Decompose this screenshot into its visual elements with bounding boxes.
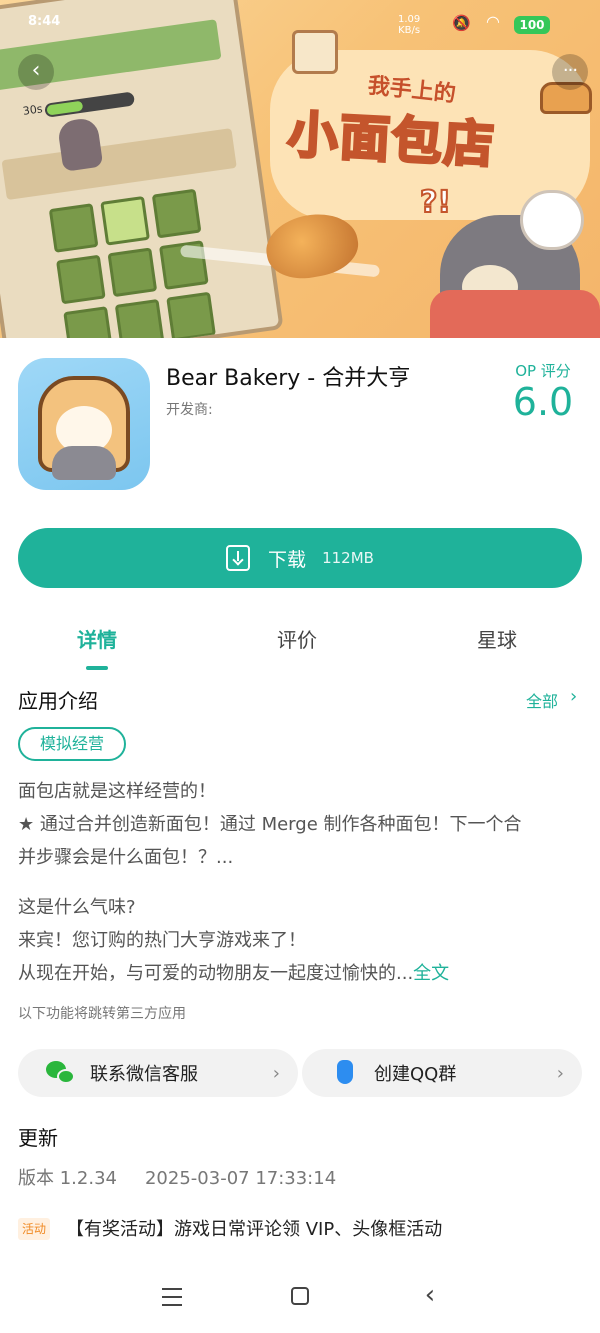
- full-text-link[interactable]: 全文: [413, 963, 449, 984]
- app-description: 面包店就是这样经营的！ ★ 通过合并创造新面包！通过 Merge 制作各种面包！…: [18, 781, 522, 868]
- timer-bar: [44, 91, 136, 118]
- third-party-note: 以下功能将跳转第三方应用: [18, 1006, 186, 1022]
- tab-reviews[interactable]: 评价: [237, 624, 357, 653]
- bear-character: [56, 116, 104, 172]
- board-timer: 30s: [22, 102, 44, 118]
- see-all-link[interactable]: 全部: [526, 688, 558, 712]
- app-icon: [18, 358, 150, 490]
- home-icon[interactable]: [280, 1282, 320, 1312]
- qq-group-button[interactable]: 创建QQ群 ›: [302, 1049, 582, 1097]
- net-speed: 1.09 KB/s: [398, 14, 421, 36]
- mute-icon: 🔕: [452, 14, 471, 32]
- version-number: 版本 1.2.34: [18, 1168, 117, 1189]
- exclaim-mark: ?!: [419, 184, 452, 221]
- game-screenshot: 30s: [0, 0, 284, 338]
- chevron-right-icon[interactable]: ›: [570, 686, 577, 707]
- status-bar: 8:44 1.09 KB/s 🔕 ◠ 100: [0, 12, 600, 38]
- update-title: 更新: [18, 1126, 58, 1150]
- menu-icon[interactable]: [152, 1282, 192, 1312]
- chevron-right-icon: ›: [272, 1062, 280, 1084]
- intro-title: 应用介绍: [18, 689, 98, 713]
- rating-score: 6.0: [512, 380, 574, 424]
- tab-details[interactable]: 详情: [37, 624, 157, 653]
- wechat-service-button[interactable]: 联系微信客服 ›: [18, 1049, 298, 1097]
- chevron-right-icon: ›: [556, 1062, 564, 1084]
- more-dots-icon[interactable]: ···: [552, 54, 588, 90]
- wechat-service-label: 联系微信客服: [90, 1064, 198, 1085]
- chevron-left-icon[interactable]: ‹: [18, 54, 54, 90]
- wifi-icon: ◠: [486, 12, 500, 31]
- genre-tag[interactable]: 模拟经营: [18, 727, 127, 761]
- download-icon: [226, 545, 251, 571]
- tab-planet[interactable]: 星球: [437, 624, 557, 653]
- rating-label: OP 评分: [515, 362, 571, 380]
- app-title: Bear Bakery - 合并大亨: [166, 366, 411, 391]
- wechat-icon: [46, 1058, 76, 1088]
- qq-icon: [330, 1058, 360, 1088]
- event-badge: 活动: [18, 1218, 51, 1240]
- update-date: 2025-03-07 17:33:14: [144, 1168, 337, 1189]
- tab-indicator: [86, 666, 108, 670]
- download-size: 112MB: [322, 549, 374, 567]
- developer-label[interactable]: 开发商:: [166, 399, 213, 419]
- version-info: 版本 1.2.34 2025-03-07 17:33:14: [18, 1164, 336, 1190]
- qq-group-label: 创建QQ群: [374, 1064, 457, 1085]
- status-time: 8:44: [28, 14, 61, 29]
- back-icon[interactable]: ‹: [410, 1282, 450, 1312]
- download-label: 下载: [268, 548, 307, 571]
- download-button[interactable]: 下载 112MB: [18, 528, 582, 588]
- battery-icon: 100: [514, 16, 550, 34]
- chef-hat: [520, 190, 584, 250]
- event-link[interactable]: 【有奖活动】游戏日常评论领 VIP、头像框活动: [66, 1215, 442, 1241]
- app-description-more: 这是什么气味? 来宾！您订购的热门大亨游戏来了！ 从现在开始，与可爱的动物朋友一…: [18, 897, 450, 984]
- system-nav-bar: ‹: [0, 1270, 600, 1333]
- banner-title: 小面包店: [285, 104, 499, 176]
- promo-banner[interactable]: 30s 我手上的 小面包店 ?! 8:44 1.09 KB/s 🔕 ◠ 100 …: [0, 0, 600, 338]
